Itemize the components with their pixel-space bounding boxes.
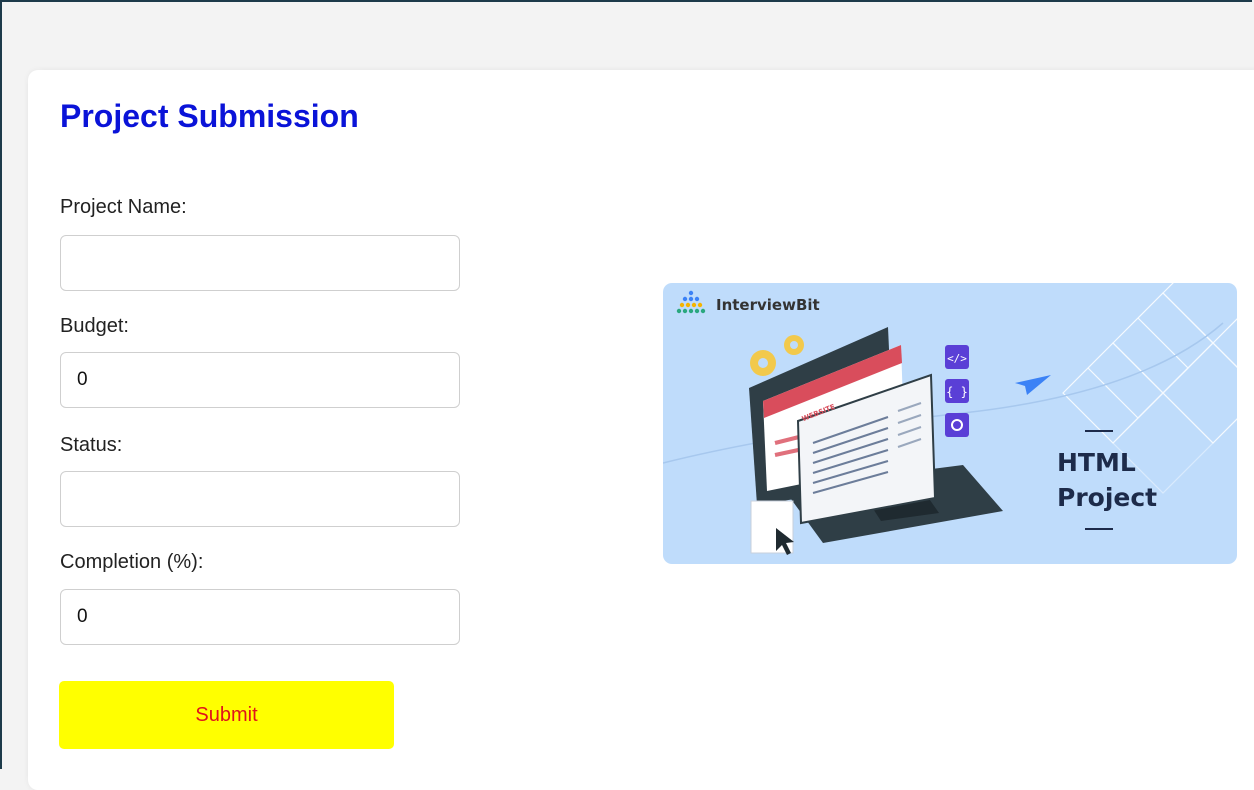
budget-label: Budget:	[60, 315, 129, 337]
banner-heading-line1: HTML	[1057, 448, 1136, 477]
paper-plane-icon	[1015, 375, 1051, 395]
project-name-label: Project Name:	[60, 196, 187, 218]
brand-name: InterviewBit	[716, 296, 820, 314]
project-banner-image: </> { } InterviewBit HTML Project WEBSIT…	[663, 283, 1237, 564]
svg-text:{ }: { }	[946, 385, 968, 399]
status-input[interactable]	[60, 471, 460, 527]
project-name-input[interactable]	[60, 235, 460, 291]
svg-text:</>: </>	[947, 352, 967, 365]
settings-icon	[945, 413, 969, 437]
page-title: Project Submission	[60, 98, 359, 134]
banner-illustration: </> { }	[663, 283, 1237, 555]
status-label: Status:	[60, 434, 123, 456]
budget-input[interactable]	[60, 352, 460, 408]
completion-label: Completion (%):	[60, 551, 204, 573]
banner-heading-line2: Project	[1057, 483, 1158, 512]
brand-logo-mark	[676, 290, 706, 314]
submit-button[interactable]: Submit	[59, 681, 394, 749]
completion-input[interactable]	[60, 589, 460, 645]
